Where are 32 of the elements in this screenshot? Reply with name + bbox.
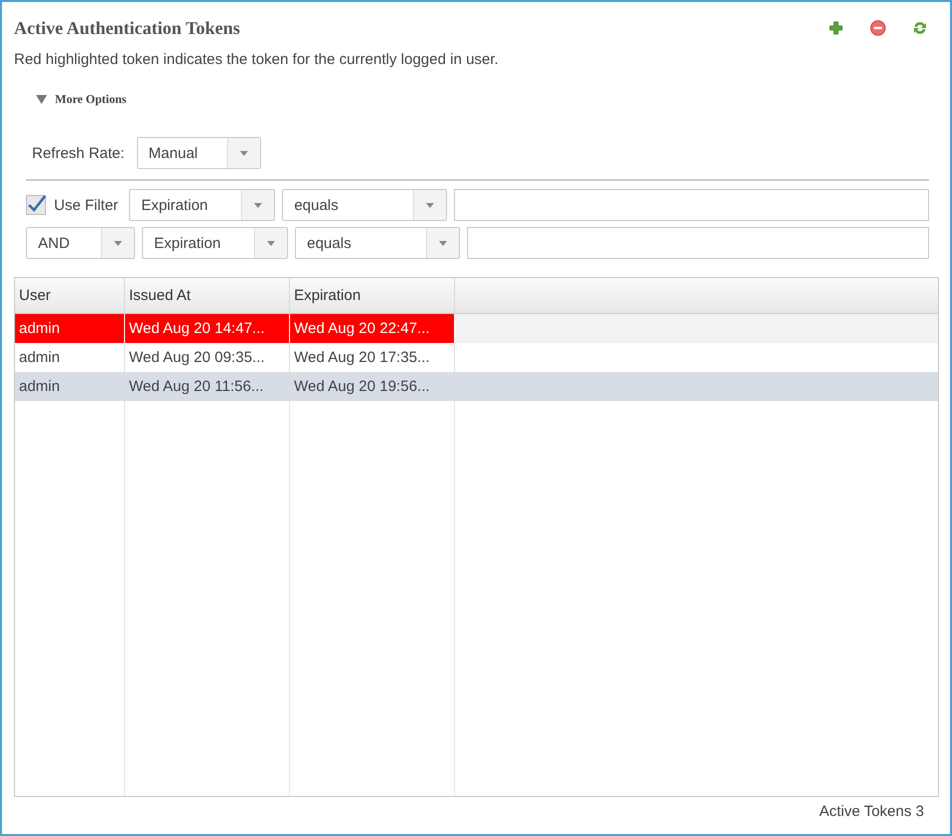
filter-value-field[interactable]	[454, 189, 929, 221]
panel-title: Active Authentication Tokens	[14, 18, 240, 38]
column-header[interactable]: User	[15, 278, 125, 314]
caret-icon	[426, 202, 434, 208]
caret-icon	[240, 150, 248, 156]
table-cell: admin	[15, 314, 125, 343]
column-header[interactable]: Issued At	[125, 278, 290, 314]
refresh-rate-dropdown[interactable]: Manual	[136, 137, 261, 169]
status-text: Active Tokens 3	[819, 803, 924, 820]
operator-dropdown[interactable]: equals	[282, 189, 448, 221]
column-header[interactable]: Expiration	[290, 278, 455, 314]
table-cell: Wed Aug 20 11:56...	[125, 372, 290, 401]
remove-button[interactable]	[870, 20, 886, 36]
table-cell: admin	[15, 372, 125, 401]
table-cell: Wed Aug 20 22:47...	[290, 314, 455, 343]
filter-value-field[interactable]	[467, 227, 929, 259]
refresh-button[interactable]	[912, 20, 928, 36]
add-button[interactable]	[828, 20, 844, 36]
table-cell: Wed Aug 20 14:47...	[125, 314, 290, 343]
table-cell: Wed Aug 20 19:56...	[290, 372, 455, 401]
description-text: Red highlighted token indicates the token for the currently logged in user.	[14, 51, 500, 68]
caret-icon	[267, 240, 275, 246]
field-dropdown[interactable]: Expiration	[142, 227, 288, 259]
conjunction-dropdown[interactable]: AND	[26, 227, 135, 259]
more-options-toggle[interactable]: More Options	[36, 92, 938, 107]
caret-icon	[114, 240, 122, 246]
use-filter-checkbox[interactable]: Use Filter	[26, 195, 118, 215]
field-dropdown[interactable]: Expiration	[129, 189, 276, 221]
operator-dropdown[interactable]: equals	[295, 227, 460, 259]
field-label: Refresh Rate:	[32, 144, 125, 162]
caret-icon	[254, 202, 262, 208]
caret-icon	[439, 240, 447, 246]
